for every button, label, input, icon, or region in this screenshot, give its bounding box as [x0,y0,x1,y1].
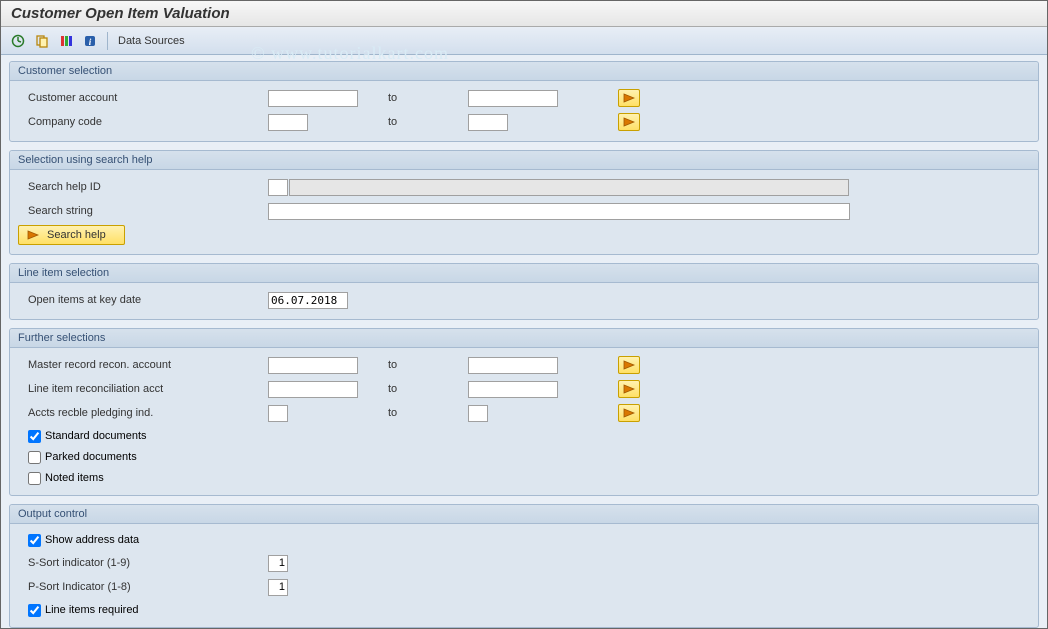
company-code-to-input[interactable] [468,114,508,131]
group-header: Output control [10,505,1038,524]
accts-recble-pledging-label: Accts recble pledging ind. [18,407,268,419]
search-help-button[interactable]: Search help [18,225,125,245]
group-output-control: Output control Show address data S-Sort … [9,504,1039,628]
line-item-recon-label: Line item reconciliation acct [18,383,268,395]
group-header: Customer selection [10,62,1038,81]
line-item-recon-from-input[interactable] [268,381,358,398]
parked-documents-checkbox[interactable] [28,451,41,464]
company-code-label: Company code [18,116,268,128]
open-items-key-date-input[interactable] [268,292,348,309]
standard-documents-label: Standard documents [45,430,147,442]
multiple-selection-button[interactable] [618,404,640,422]
p-sort-indicator-input[interactable] [268,579,288,596]
show-address-data-label: Show address data [45,534,139,546]
search-help-id-desc-input [289,179,849,196]
group-search-help: Selection using search help Search help … [9,150,1039,255]
customer-account-from-input[interactable] [268,90,358,107]
search-help-button-label: Search help [47,229,106,241]
to-label: to [358,359,468,371]
search-help-id-input[interactable] [268,179,288,196]
toolbar-separator [107,32,108,50]
accts-recble-to-input[interactable] [468,405,488,422]
customer-account-label: Customer account [18,92,268,104]
page-title: Customer Open Item Valuation [1,1,1047,27]
s-sort-indicator-label: S-Sort indicator (1-9) [18,557,268,569]
open-items-key-date-label: Open items at key date [18,294,268,306]
multiple-selection-button[interactable] [618,356,640,374]
info-icon[interactable]: i [79,31,101,51]
master-record-recon-to-input[interactable] [468,357,558,374]
line-item-recon-to-input[interactable] [468,381,558,398]
accts-recble-from-input[interactable] [268,405,288,422]
p-sort-indicator-label: P-Sort Indicator (1-8) [18,581,268,593]
to-label: to [358,92,468,104]
standard-documents-checkbox[interactable] [28,430,41,443]
multiple-selection-button[interactable] [618,113,640,131]
group-header: Further selections [10,329,1038,348]
multiple-selection-button[interactable] [618,89,640,107]
search-string-input[interactable] [268,203,850,220]
data-sources-button[interactable]: Data Sources [114,35,189,47]
noted-items-checkbox[interactable] [28,472,41,485]
execute-icon[interactable] [7,31,29,51]
master-record-recon-from-input[interactable] [268,357,358,374]
get-variant-icon[interactable] [31,31,53,51]
search-help-id-label: Search help ID [18,181,268,193]
content-area: Customer selection Customer account to C… [1,55,1047,628]
company-code-from-input[interactable] [268,114,308,131]
customer-account-to-input[interactable] [468,90,558,107]
application-toolbar: i Data Sources [1,27,1047,55]
show-address-data-checkbox[interactable] [28,534,41,547]
group-line-item-selection: Line item selection Open items at key da… [9,263,1039,320]
line-items-required-label: Line items required [45,604,139,616]
to-label: to [358,383,468,395]
group-header: Selection using search help [10,151,1038,170]
noted-items-label: Noted items [45,472,104,484]
selection-options-icon[interactable] [55,31,77,51]
master-record-recon-label: Master record recon. account [18,359,268,371]
multiple-selection-button[interactable] [618,380,640,398]
parked-documents-label: Parked documents [45,451,137,463]
group-further-selections: Further selections Master record recon. … [9,328,1039,496]
s-sort-indicator-input[interactable] [268,555,288,572]
line-items-required-checkbox[interactable] [28,604,41,617]
page-title-text: Customer Open Item Valuation [11,5,230,22]
search-string-label: Search string [18,205,268,217]
group-customer-selection: Customer selection Customer account to C… [9,61,1039,142]
to-label: to [358,116,468,128]
to-label: to [358,407,468,419]
group-header: Line item selection [10,264,1038,283]
